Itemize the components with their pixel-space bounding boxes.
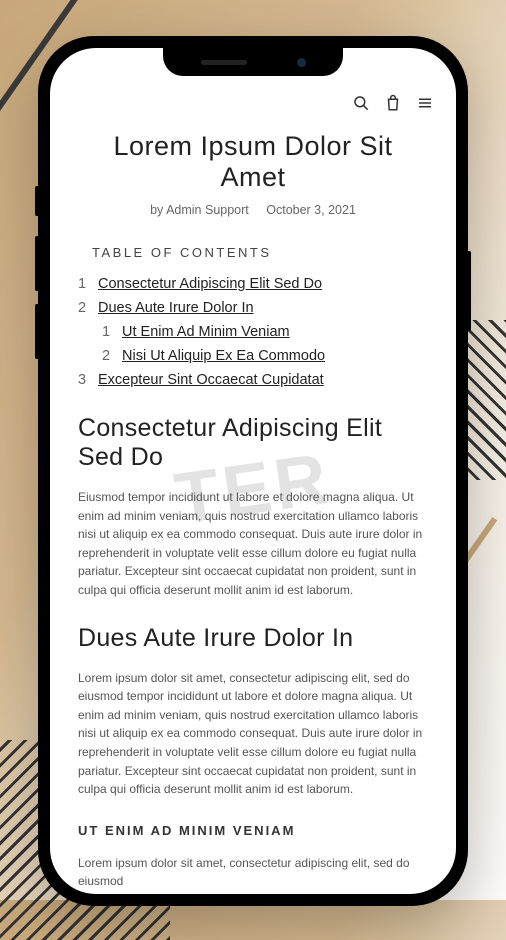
speaker-icon — [201, 60, 247, 65]
bag-icon[interactable] — [384, 94, 402, 117]
byline-date: October 3, 2021 — [266, 203, 356, 217]
toc-link[interactable]: Excepteur Sint Occaecat Cupidatat — [98, 372, 324, 388]
article-content: Lorem Ipsum Dolor Sit Amet by Admin Supp… — [50, 131, 456, 891]
toc-number: 2 — [78, 300, 88, 316]
article-byline: by Admin Support October 3, 2021 — [78, 203, 428, 217]
toc-subitem: 2 Nisi Ut Aliquip Ex Ea Commodo — [102, 348, 428, 364]
toc-link[interactable]: Ut Enim Ad Minim Veniam — [122, 324, 290, 340]
phone-volume-down — [35, 304, 39, 359]
toc-item: 2 Dues Aute Irure Dolor In — [78, 300, 428, 316]
phone-notch — [163, 48, 343, 76]
phone-volume-up — [35, 236, 39, 291]
toc-link[interactable]: Dues Aute Irure Dolor In — [98, 300, 254, 316]
section-paragraph: Lorem ipsum dolor sit amet, consectetur … — [78, 854, 428, 891]
toc-number: 1 — [102, 324, 112, 340]
toc-number: 3 — [78, 372, 88, 388]
phone-frame: TER Lorem Ipsum Dolor Sit Amet by Admin … — [38, 36, 468, 906]
article-title: Lorem Ipsum Dolor Sit Amet — [78, 131, 428, 193]
section-paragraph: Lorem ipsum dolor sit amet, consectetur … — [78, 669, 428, 799]
phone-power-button — [467, 251, 471, 331]
app-viewport: Lorem Ipsum Dolor Sit Amet by Admin Supp… — [50, 48, 456, 894]
toc-subitem: 1 Ut Enim Ad Minim Veniam — [102, 324, 428, 340]
toc-item: 1 Consectetur Adipiscing Elit Sed Do — [78, 276, 428, 292]
table-of-contents: TABLE OF CONTENTS 1 Consectetur Adipisci… — [78, 245, 428, 388]
byline-author: by Admin Support — [150, 203, 249, 217]
section-paragraph: Eiusmod tempor incididunt ut labore et d… — [78, 488, 428, 600]
search-icon[interactable] — [352, 94, 370, 117]
top-bar — [50, 86, 456, 131]
toc-link[interactable]: Consectetur Adipiscing Elit Sed Do — [98, 276, 322, 292]
section-heading: Dues Aute Irure Dolor In — [78, 624, 428, 653]
camera-icon — [297, 58, 306, 67]
toc-item: 3 Excepteur Sint Occaecat Cupidatat — [78, 372, 428, 388]
subsection-heading: UT ENIM AD MINIM VENIAM — [78, 823, 428, 838]
section-heading: Consectetur Adipiscing Elit Sed Do — [78, 414, 428, 472]
menu-icon[interactable] — [416, 94, 434, 117]
toc-link[interactable]: Nisi Ut Aliquip Ex Ea Commodo — [122, 348, 325, 364]
toc-number: 2 — [102, 348, 112, 364]
phone-mute-switch — [35, 186, 39, 216]
phone-screen: TER Lorem Ipsum Dolor Sit Amet by Admin … — [50, 48, 456, 894]
toc-heading: TABLE OF CONTENTS — [92, 245, 428, 260]
toc-number: 1 — [78, 276, 88, 292]
